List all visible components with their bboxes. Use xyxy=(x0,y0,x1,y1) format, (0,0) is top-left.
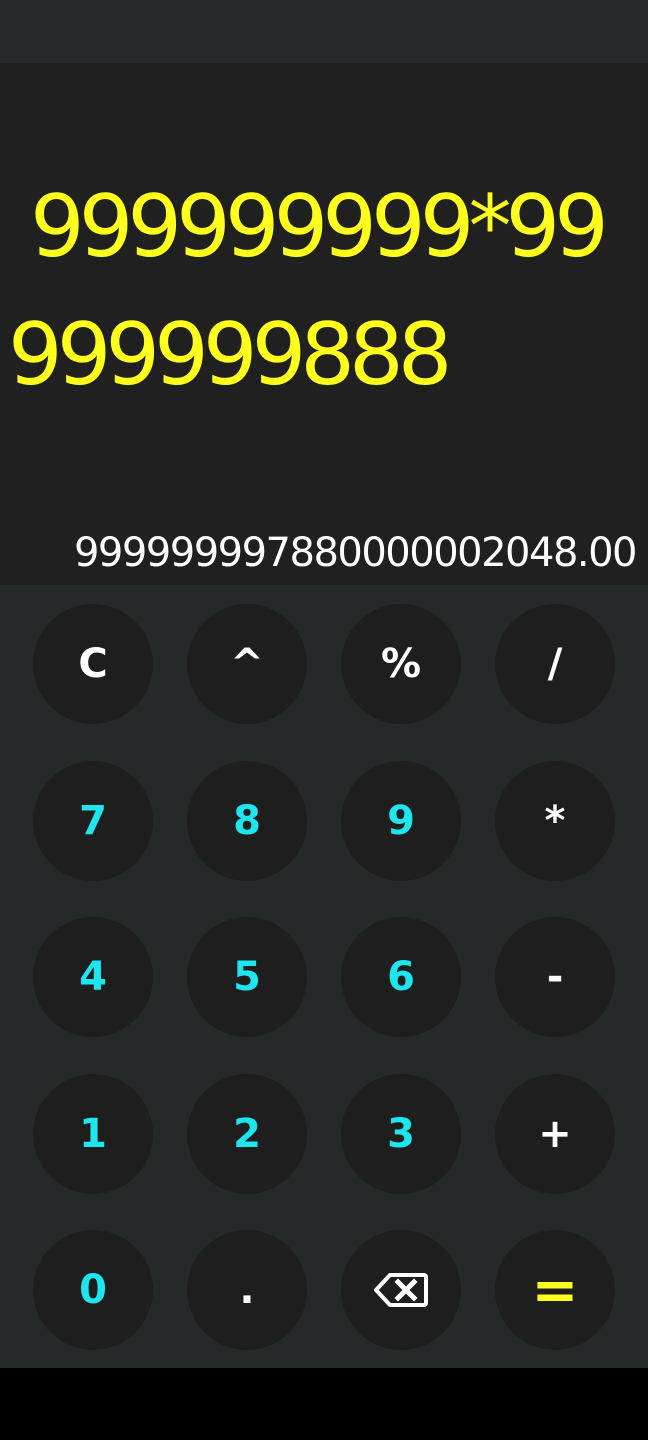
expression-line-1: 999999999*99 xyxy=(30,177,609,277)
subtract-button[interactable]: - xyxy=(495,917,615,1037)
digit-3-button[interactable]: 3 xyxy=(341,1074,461,1194)
digit-9-button[interactable]: 9 xyxy=(341,761,461,881)
status-bar xyxy=(0,0,648,63)
backspace-button[interactable] xyxy=(341,1230,461,1350)
clear-button[interactable]: C xyxy=(33,604,153,724)
expression-line-2: 999999888 xyxy=(8,305,452,405)
calculator-display: 999999999*99 999999888 99999999788000000… xyxy=(0,63,648,585)
digit-0-button[interactable]: 0 xyxy=(33,1230,153,1350)
digit-6-button[interactable]: 6 xyxy=(341,917,461,1037)
digit-5-button[interactable]: 5 xyxy=(187,917,307,1037)
divide-button[interactable]: / xyxy=(495,604,615,724)
power-button[interactable]: ^ xyxy=(187,604,307,724)
add-button[interactable]: + xyxy=(495,1074,615,1194)
digit-1-button[interactable]: 1 xyxy=(33,1074,153,1194)
backspace-icon xyxy=(374,1273,428,1307)
digit-2-button[interactable]: 2 xyxy=(187,1074,307,1194)
navigation-bar xyxy=(0,1368,648,1440)
decimal-button[interactable]: . xyxy=(187,1230,307,1350)
digit-4-button[interactable]: 4 xyxy=(33,917,153,1037)
digit-7-button[interactable]: 7 xyxy=(33,761,153,881)
multiply-button[interactable]: * xyxy=(495,761,615,881)
digit-8-button[interactable]: 8 xyxy=(187,761,307,881)
keypad: C ^ % / 7 8 9 * 4 5 6 - 1 2 3 + 0 . = xyxy=(0,585,648,1368)
percent-button[interactable]: % xyxy=(341,604,461,724)
result-preview: 999999997880000002048.00 xyxy=(73,530,638,576)
equals-button[interactable]: = xyxy=(495,1230,615,1350)
